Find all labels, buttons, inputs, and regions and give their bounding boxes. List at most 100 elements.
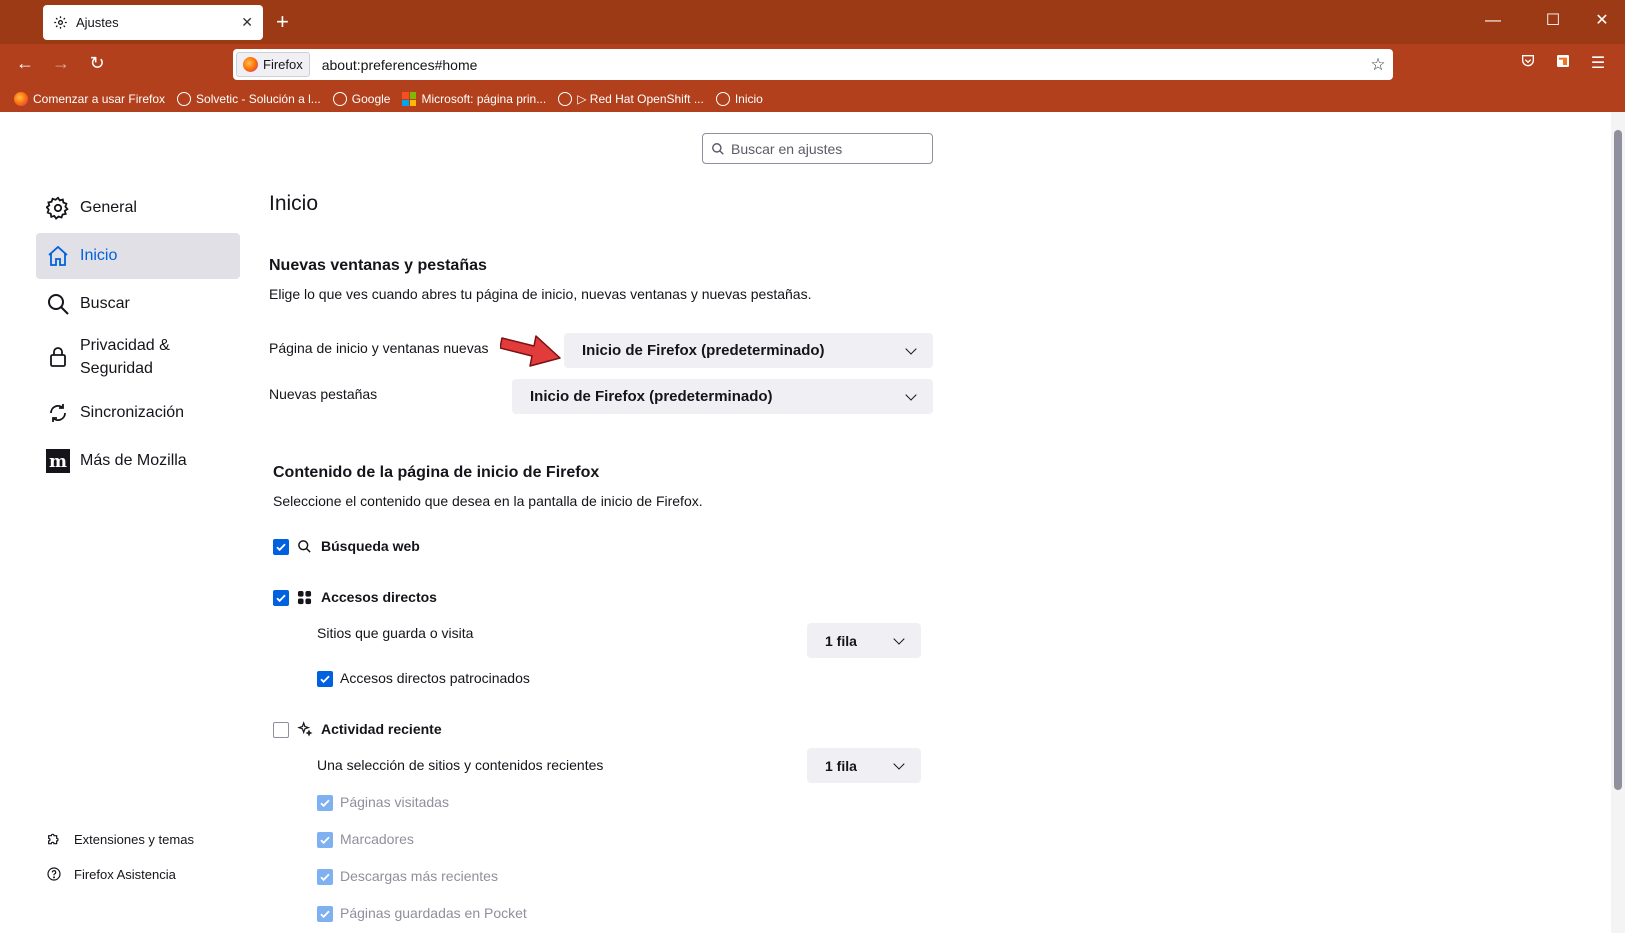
newtabs-select[interactable]: Inicio de Firefox (predeterminado) bbox=[512, 379, 933, 414]
tab-bar: Ajustes ✕ + — ☐ ✕ bbox=[0, 0, 1625, 44]
new-tab-button[interactable]: + bbox=[276, 9, 289, 35]
shortcuts-rows-label: Sitios que guarda o visita bbox=[317, 625, 474, 641]
shortcuts-rows-select[interactable]: 1 fila bbox=[807, 623, 921, 658]
extension-icon[interactable] bbox=[1550, 53, 1576, 74]
recent-rows-label: Una selección de sitios y contenidos rec… bbox=[317, 757, 604, 773]
section-description-windows: Elige lo que ves cuando abres tu página … bbox=[269, 286, 812, 302]
pocket-icon[interactable] bbox=[1515, 53, 1541, 74]
sidebar-item-label: Sincronización bbox=[80, 404, 185, 421]
reload-button[interactable]: ↻ bbox=[84, 53, 110, 74]
help-icon bbox=[47, 867, 61, 881]
bookmark-item[interactable]: Comenzar a usar Firefox bbox=[14, 92, 165, 106]
sidebar-item-mozilla[interactable]: m Más de Mozilla bbox=[36, 438, 240, 484]
sparkle-icon bbox=[297, 721, 313, 737]
pocket-pages-checkbox[interactable] bbox=[317, 906, 333, 922]
newtabs-label: Nuevas pestañas bbox=[269, 386, 378, 402]
minimize-button[interactable]: — bbox=[1473, 8, 1513, 34]
maximize-button[interactable]: ☐ bbox=[1533, 8, 1573, 34]
chevron-down-icon bbox=[905, 388, 917, 401]
lock-icon bbox=[50, 347, 66, 367]
tab-close-icon[interactable]: ✕ bbox=[241, 14, 253, 31]
web-search-checkbox[interactable] bbox=[273, 539, 289, 555]
globe-icon bbox=[558, 92, 573, 106]
sidebar-item-label: Inicio bbox=[80, 247, 118, 264]
shortcuts-grid-icon bbox=[297, 590, 312, 605]
chevron-down-icon bbox=[893, 632, 905, 645]
tab-ajustes[interactable]: Ajustes ✕ bbox=[43, 5, 263, 40]
menu-icon[interactable]: ☰ bbox=[1585, 53, 1611, 73]
search-icon bbox=[298, 540, 311, 553]
chevron-down-icon bbox=[905, 342, 917, 355]
tab-title: Ajustes bbox=[76, 15, 119, 30]
red-arrow-annotation bbox=[500, 335, 561, 367]
recent-activity-label: Actividad reciente bbox=[321, 721, 442, 737]
sidebar-item-general[interactable]: General bbox=[36, 185, 240, 231]
sponsored-shortcuts-label: Accesos directos patrocinados bbox=[340, 670, 530, 686]
visited-pages-label: Páginas visitadas bbox=[340, 794, 449, 810]
sidebar-item-label: Más de Mozilla bbox=[80, 452, 187, 469]
recent-downloads-label: Descargas más recientes bbox=[340, 868, 498, 884]
recent-rows-value: 1 fila bbox=[825, 757, 857, 774]
bookmark-item[interactable]: Google bbox=[332, 92, 390, 106]
bookmarks-toolbar: Comenzar a usar Firefox Solvetic - Soluc… bbox=[0, 86, 1625, 112]
section-heading-content: Contenido de la página de inicio de Fire… bbox=[273, 464, 600, 481]
scrollbar-thumb[interactable] bbox=[1614, 130, 1622, 790]
homepage-select[interactable]: Inicio de Firefox (predeterminado) bbox=[564, 333, 933, 368]
recent-rows-select[interactable]: 1 fila bbox=[807, 748, 921, 783]
bookmark-item[interactable]: Solvetic - Solución a l... bbox=[177, 92, 321, 106]
newtabs-select-value: Inicio de Firefox (predeterminado) bbox=[530, 388, 773, 405]
section-description-content: Seleccione el contenido que desea en la … bbox=[273, 493, 703, 509]
sidebar-item-buscar[interactable]: Buscar bbox=[36, 281, 240, 327]
gear-icon bbox=[46, 196, 69, 220]
nav-bar: ← → ↻ Firefox about:preferences#home ☆ ☰ bbox=[0, 44, 1625, 86]
firefox-icon bbox=[14, 92, 28, 106]
visited-pages-checkbox[interactable] bbox=[317, 795, 333, 811]
sidebar-item-sincronizacion[interactable]: Sincronización bbox=[36, 390, 240, 436]
homepage-select-value: Inicio de Firefox (predeterminado) bbox=[582, 342, 825, 359]
globe-icon bbox=[715, 92, 730, 106]
identity-box[interactable]: Firefox bbox=[236, 52, 310, 77]
bookmark-item[interactable]: Inicio bbox=[715, 92, 763, 106]
globe-icon bbox=[332, 92, 347, 106]
pocket-pages-label: Páginas guardadas en Pocket bbox=[340, 905, 527, 921]
sidebar-item-label: Privacidad & Seguridad bbox=[80, 337, 170, 377]
homepage-label: Página de inicio y ventanas nuevas bbox=[269, 340, 489, 356]
settings-search-box[interactable] bbox=[702, 133, 933, 164]
search-icon bbox=[48, 294, 69, 315]
firefox-support-link[interactable]: Firefox Asistencia bbox=[46, 866, 176, 882]
shortcuts-label: Accesos directos bbox=[321, 589, 437, 605]
page-title: Inicio bbox=[269, 192, 319, 215]
gear-icon bbox=[54, 16, 67, 29]
url-text[interactable]: about:preferences#home bbox=[322, 57, 1363, 73]
window-close-button[interactable]: ✕ bbox=[1582, 8, 1622, 34]
sidebar-item-inicio[interactable]: Inicio bbox=[36, 233, 240, 279]
sponsored-shortcuts-checkbox[interactable] bbox=[317, 671, 333, 687]
svg-text:m: m bbox=[49, 452, 67, 472]
sidebar-item-privacidad[interactable]: Privacidad & Seguridad bbox=[36, 331, 240, 383]
back-button[interactable]: ← bbox=[12, 53, 38, 74]
preferences-page: General Inicio Buscar Privacidad & Segur… bbox=[0, 112, 1625, 933]
browser-chrome: Ajustes ✕ + — ☐ ✕ ← → ↻ Firefox about:pr… bbox=[0, 0, 1625, 112]
bookmark-item[interactable]: Microsoft: página prin... bbox=[402, 92, 546, 106]
section-heading-windows: Nuevas ventanas y pestañas bbox=[269, 257, 487, 274]
search-icon bbox=[712, 142, 724, 155]
forward-button[interactable]: → bbox=[48, 53, 74, 74]
globe-icon bbox=[177, 92, 192, 106]
puzzle-icon bbox=[48, 833, 59, 845]
recent-activity-checkbox[interactable] bbox=[273, 722, 289, 738]
bookmark-star-icon[interactable]: ☆ bbox=[1363, 55, 1393, 75]
chevron-down-icon bbox=[893, 757, 905, 770]
recent-downloads-checkbox[interactable] bbox=[317, 869, 333, 885]
url-bar[interactable]: Firefox about:preferences#home ☆ bbox=[233, 49, 1393, 80]
bookmark-item[interactable]: ▷ Red Hat OpenShift ... bbox=[558, 92, 704, 106]
microsoft-icon bbox=[402, 92, 417, 106]
shortcuts-rows-value: 1 fila bbox=[825, 632, 857, 649]
shortcuts-checkbox[interactable] bbox=[273, 590, 289, 606]
bookmarks-checkbox[interactable] bbox=[317, 832, 333, 848]
extensions-themes-link[interactable]: Extensiones y temas bbox=[46, 831, 194, 847]
sidebar-item-label: Buscar bbox=[80, 295, 130, 312]
identity-label: Firefox bbox=[263, 57, 303, 72]
search-input[interactable] bbox=[731, 140, 921, 157]
sync-icon bbox=[50, 404, 66, 422]
page-scrollbar[interactable] bbox=[1611, 112, 1625, 933]
